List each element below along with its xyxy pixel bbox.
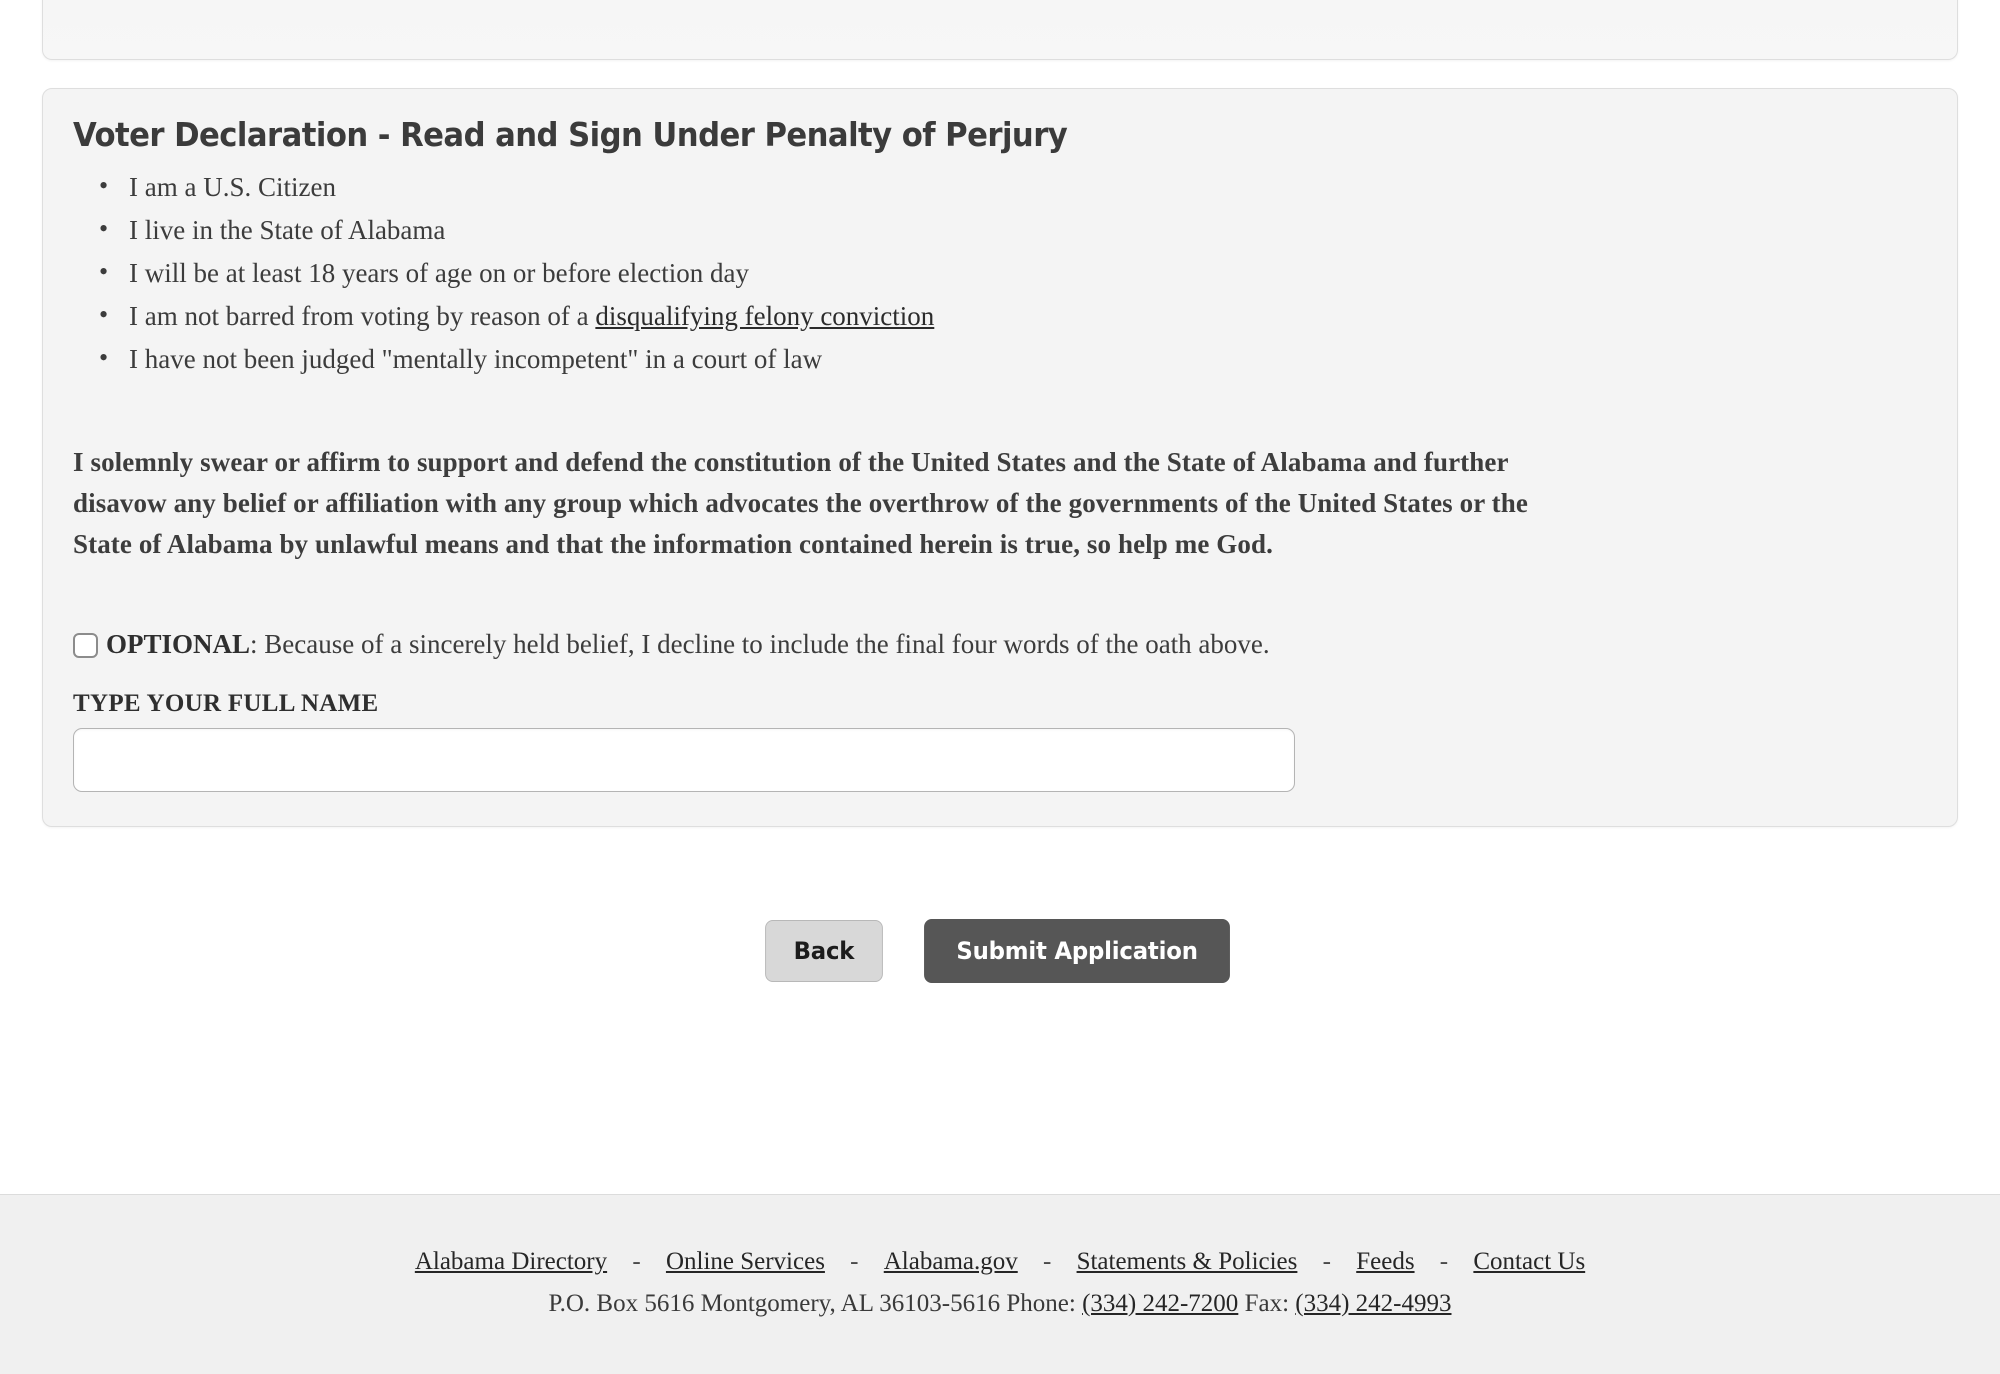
full-name-label: TYPE YOUR FULL NAME bbox=[73, 689, 379, 717]
content-area: Voter Declaration - Read and Sign Under … bbox=[0, 0, 2000, 983]
voter-declaration-card: Voter Declaration - Read and Sign Under … bbox=[42, 88, 1958, 827]
footer-separator: - bbox=[850, 1248, 859, 1275]
oath-paragraph: I solemnly swear or affirm to support an… bbox=[73, 446, 1528, 559]
footer-address: P.O. Box 5616 Montgomery, AL 36103-5616 … bbox=[0, 1290, 2000, 1318]
footer-link-alabama-directory[interactable]: Alabama Directory bbox=[415, 1248, 607, 1275]
footer-address-text: P.O. Box 5616 Montgomery, AL 36103-5616 … bbox=[548, 1289, 1083, 1317]
full-name-input[interactable] bbox=[73, 727, 1295, 792]
list-item: I live in the State of Alabama bbox=[99, 209, 1927, 251]
list-item: I am a U.S. Citizen bbox=[99, 166, 1927, 208]
declaration-bullet-list: I am a U.S. Citizen I live in the State … bbox=[73, 166, 1927, 380]
footer-separator: - bbox=[632, 1248, 641, 1275]
list-item: I will be at least 18 years of age on or… bbox=[99, 252, 1927, 294]
disqualifying-felony-conviction-link[interactable]: disqualifying felony conviction bbox=[595, 301, 934, 331]
list-item: I have not been judged "mentally incompe… bbox=[99, 338, 1927, 380]
declaration-bullet-text: I live in the State of Alabama bbox=[129, 214, 446, 245]
form-actions: Back Submit Application bbox=[42, 918, 1958, 983]
previous-section-card-partial bbox=[42, 0, 1958, 60]
submit-application-button[interactable]: Submit Application bbox=[923, 918, 1230, 983]
footer-separator: - bbox=[1322, 1248, 1331, 1275]
optional-prefix: OPTIONAL bbox=[106, 628, 251, 659]
declaration-bullet-text: I am a U.S. Citizen bbox=[129, 171, 336, 202]
optional-oath-checkbox[interactable] bbox=[73, 632, 98, 658]
page-title: Voter Declaration - Read and Sign Under … bbox=[73, 115, 1068, 154]
list-item: I am not barred from voting by reason of… bbox=[99, 295, 1927, 337]
footer-link-alabama-gov[interactable]: Alabama.gov bbox=[884, 1248, 1018, 1275]
optional-body-text: : Because of a sincerely held belief, I … bbox=[250, 628, 1270, 659]
page-root: Voter Declaration - Read and Sign Under … bbox=[0, 0, 2000, 1374]
back-button[interactable]: Back bbox=[765, 919, 883, 982]
footer-separator: - bbox=[1439, 1248, 1449, 1275]
declaration-bullet-text: I have not been judged "mentally incompe… bbox=[129, 343, 823, 374]
footer-link-online-services[interactable]: Online Services bbox=[666, 1248, 825, 1275]
footer-separator: - bbox=[1042, 1248, 1052, 1275]
site-footer: Alabama Directory - Online Services - Al… bbox=[0, 1194, 2000, 1374]
footer-phone-link[interactable]: (334) 242-7200 bbox=[1082, 1290, 1238, 1317]
footer-fax-link[interactable]: (334) 242-4993 bbox=[1295, 1290, 1451, 1317]
declaration-bullet-text: I will be at least 18 years of age on or… bbox=[129, 257, 749, 288]
optional-oath-label: OPTIONAL: Because of a sincerely held be… bbox=[106, 625, 1270, 664]
optional-oath-row: OPTIONAL: Because of a sincerely held be… bbox=[73, 625, 1927, 664]
footer-link-feeds[interactable]: Feeds bbox=[1356, 1248, 1414, 1275]
footer-fax-label: Fax: bbox=[1238, 1289, 1296, 1317]
footer-link-statements-policies[interactable]: Statements & Policies bbox=[1077, 1248, 1298, 1275]
footer-links: Alabama Directory - Online Services - Al… bbox=[0, 1243, 2000, 1281]
declaration-bullet-text: I am not barred from voting by reason of… bbox=[129, 300, 596, 331]
footer-link-contact-us[interactable]: Contact Us bbox=[1473, 1248, 1585, 1275]
